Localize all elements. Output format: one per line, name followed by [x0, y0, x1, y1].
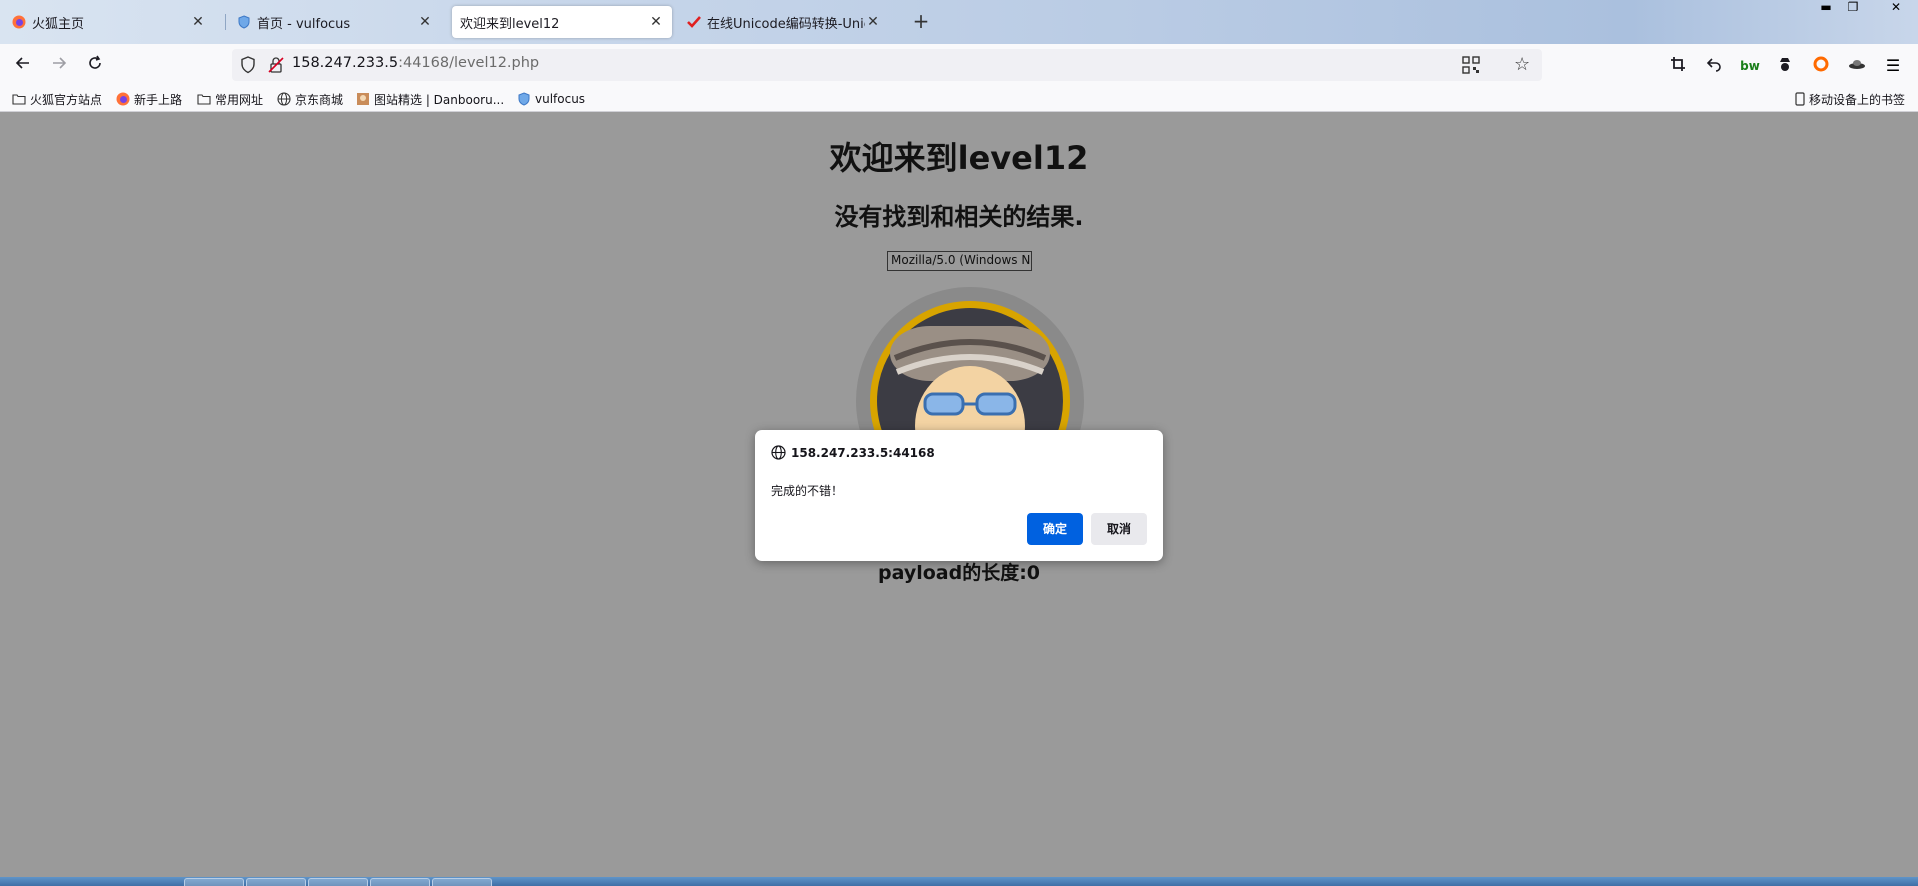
bookmark-item[interactable]: 火狐官方站点 — [12, 90, 102, 108]
bookmark-label: 新手上路 — [134, 92, 183, 107]
tab-separator — [225, 14, 226, 30]
menu-icon[interactable]: ☰ — [1883, 56, 1903, 76]
bookmark-label: 火狐官方站点 — [30, 92, 103, 107]
tab-title: 火狐主页 — [32, 16, 85, 32]
url-text[interactable]: 158.247.233.5:44168/level12.php — [292, 55, 539, 71]
taskbar-item[interactable] — [432, 878, 492, 886]
url-path: :44168/level12.php — [398, 55, 540, 71]
bookmark-label: 图站精选 | Danbooru... — [374, 92, 505, 107]
tab-strip: 火狐主页 ✕ 首页 - vulfocus ✕ 欢迎来到level12 ✕ 在线U… — [0, 0, 1918, 44]
image-icon — [356, 92, 370, 106]
tab-title: 在线Unicode编码转换-Unicod — [707, 16, 865, 32]
payload-length-text: payload的长度:0 — [877, 562, 1041, 584]
bookmark-item[interactable]: 常用网址 — [197, 90, 263, 108]
tab-title: 首页 - vulfocus — [257, 16, 351, 32]
bookmark-item[interactable]: vulfocus — [517, 90, 585, 108]
dialog-origin: 158.247.233.5:44168 — [791, 446, 935, 460]
tab-vulfocus[interactable]: 首页 - vulfocus ✕ — [229, 6, 441, 38]
arrow-right-icon — [53, 57, 67, 69]
reload-button[interactable] — [81, 52, 109, 80]
orange-ring-extension-icon[interactable] — [1811, 56, 1831, 76]
forward-button[interactable] — [45, 52, 73, 80]
tracking-protection-icon[interactable] — [240, 56, 256, 74]
checkmark-icon — [687, 15, 701, 29]
crop-icon[interactable] — [1668, 56, 1688, 76]
globe-icon — [277, 92, 291, 106]
close-icon[interactable]: ✕ — [648, 14, 664, 30]
new-tab-button[interactable]: + — [910, 10, 932, 32]
os-taskbar — [0, 877, 1918, 886]
url-host: 158.247.233.5 — [292, 55, 399, 71]
insecure-lock-icon[interactable] — [268, 56, 284, 74]
ok-button[interactable]: 确定 — [1027, 513, 1083, 545]
bookmark-label: 移动设备上的书签 — [1809, 92, 1906, 107]
taskbar-item[interactable] — [246, 878, 306, 886]
firefox-icon — [12, 15, 26, 29]
dialog-message: 完成的不错！ — [771, 484, 844, 498]
bw-extension-icon[interactable]: bw — [1740, 56, 1760, 76]
firefox-icon — [116, 92, 130, 106]
tab-firefox-home[interactable]: 火狐主页 ✕ — [4, 6, 214, 38]
taskbar-item[interactable] — [184, 878, 244, 886]
search-result-message: 没有找到和相关的结果. — [834, 203, 1084, 231]
tab-title: 欢迎来到level12 — [460, 16, 560, 32]
taskbar-item[interactable] — [370, 878, 430, 886]
bookmark-label: 常用网址 — [215, 92, 264, 107]
tab-unicode-converter[interactable]: 在线Unicode编码转换-Unicod ✕ — [679, 6, 889, 38]
close-window-button[interactable]: ✕ — [1880, 0, 1912, 16]
tab-level12[interactable]: 欢迎来到level12 ✕ — [452, 6, 672, 38]
bookmark-item[interactable]: 图站精选 | Danbooru... — [356, 90, 504, 108]
close-icon[interactable]: ✕ — [865, 14, 881, 30]
globe-icon — [771, 445, 786, 460]
alert-dialog: 158.247.233.5:44168 完成的不错！ 确定 取消 — [755, 430, 1163, 561]
page-title: 欢迎来到level12 — [829, 139, 1089, 177]
bookmark-item[interactable]: 京东商城 — [277, 90, 343, 108]
reload-icon — [89, 55, 101, 69]
qr-code-icon[interactable] — [1462, 56, 1480, 74]
restore-window-button[interactable]: ❐ — [1840, 0, 1866, 16]
cancel-button[interactable]: 取消 — [1091, 513, 1147, 545]
close-icon[interactable]: ✕ — [190, 14, 206, 30]
bookmark-label: vulfocus — [535, 92, 586, 106]
undo-icon[interactable] — [1704, 56, 1724, 76]
close-icon[interactable]: ✕ — [417, 14, 433, 30]
bookmarks-toolbar: 火狐官方站点 新手上路 常用网址 京东商城 图站精选 | Danbooru...… — [0, 86, 1918, 112]
mobile-device-icon — [1795, 92, 1805, 106]
mobile-bookmarks[interactable]: 移动设备上的书签 — [1795, 90, 1905, 108]
arrow-left-icon — [15, 57, 29, 69]
minimize-window-button[interactable]: ▬ — [1813, 0, 1839, 16]
back-button[interactable] — [9, 52, 37, 80]
bookmark-item[interactable]: 新手上路 — [116, 90, 182, 108]
folder-icon — [197, 92, 211, 106]
shield-icon — [517, 92, 531, 106]
user-agent-input[interactable]: Mozilla/5.0 (Windows N — [887, 251, 1032, 271]
shield-icon — [237, 15, 251, 29]
taskbar-item[interactable] — [308, 878, 368, 886]
bookmark-star-icon[interactable]: ☆ — [1514, 54, 1530, 75]
url-bar[interactable]: 158.247.233.5:44168/level12.php ☆ — [232, 49, 1542, 81]
navigation-toolbar: 158.247.233.5:44168/level12.php ☆ bw ☰ — [0, 44, 1918, 86]
bookmark-label: 京东商城 — [295, 92, 344, 107]
spy-extension-icon[interactable] — [1775, 56, 1795, 76]
folder-icon — [12, 92, 26, 106]
ufo-extension-icon[interactable] — [1847, 56, 1867, 76]
